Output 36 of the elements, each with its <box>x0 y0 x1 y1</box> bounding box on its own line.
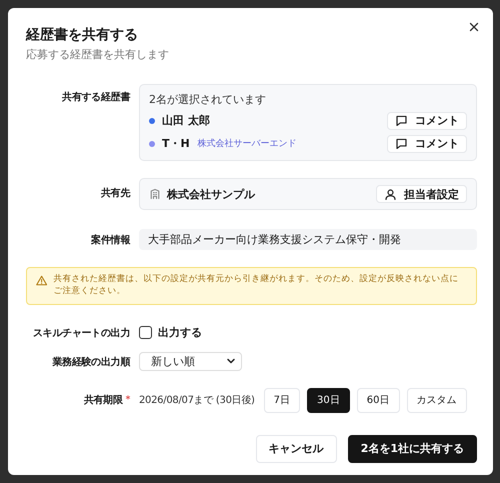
field-label: 共有期限 <box>84 394 123 408</box>
assign-button[interactable]: 担当者設定 <box>376 185 467 203</box>
checkbox[interactable] <box>139 326 152 339</box>
case-info-field: 大手部品メーカー向け業務支援システム保守・開発 <box>139 229 477 250</box>
period-option[interactable]: 30日 <box>307 388 350 413</box>
order-select[interactable]: 新しい順 <box>139 352 242 371</box>
field-label: 共有先 <box>100 186 130 200</box>
period-option[interactable]: カスタム <box>406 388 466 413</box>
comment-icon <box>395 137 408 150</box>
company-name: 株式会社サンプル <box>167 186 255 202</box>
dialog-subtitle: 応募する経歴書を共有します <box>26 47 170 62</box>
person-icon <box>384 188 397 200</box>
period-option[interactable]: 7日 <box>264 388 300 413</box>
field-label: 業務経験の出力順 <box>51 356 130 369</box>
dialog-title: 経歴書を共有する <box>26 26 139 44</box>
field-label: 案件情報 <box>90 233 130 247</box>
candidate-name: 山田 太郎 <box>162 113 210 128</box>
comment-button[interactable]: コメント <box>387 134 467 152</box>
selection-summary: 2名が選択されています <box>149 92 267 107</box>
warning-icon <box>36 274 48 287</box>
required-mark: * <box>126 395 130 406</box>
comment-button[interactable]: コメント <box>387 112 467 130</box>
comment-icon <box>395 114 408 127</box>
share-button[interactable]: 2名を1社に共有する <box>348 434 477 463</box>
candidate-name: T・H <box>162 136 190 151</box>
select-value: 新しい順 <box>151 354 195 369</box>
expiry-date: 2026/08/07まで (30日後) <box>139 394 255 408</box>
field-label: スキルチャートの出力 <box>32 326 130 340</box>
period-option[interactable]: 60日 <box>356 388 400 413</box>
cancel-button[interactable]: キャンセル <box>256 434 337 463</box>
building-icon <box>149 188 161 200</box>
company-name: 株式会社サーバーエンド <box>198 138 297 150</box>
checkbox-label: 出力する <box>158 324 202 340</box>
warning-text: 共有された経歴書は、以下の設定が共有元から引き継がれます。そのため、設定が反映されない点にご注意ください。 <box>53 274 460 298</box>
field-label: 共有する経歴書 <box>61 90 130 104</box>
close-icon <box>467 20 481 34</box>
